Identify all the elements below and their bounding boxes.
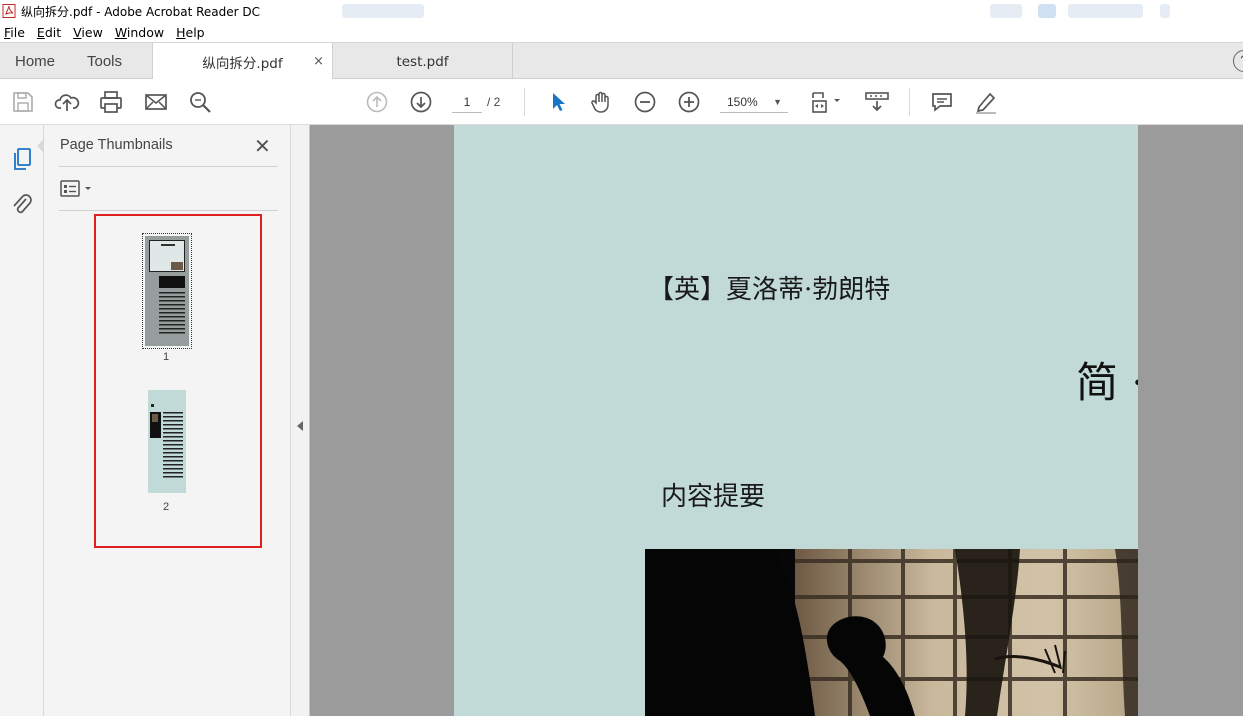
panel-title: Page Thumbnails — [60, 137, 173, 153]
page-total: / 2 — [487, 95, 501, 109]
document-tab-label: 纵向拆分.pdf — [202, 55, 283, 72]
tab-home[interactable]: Home — [15, 43, 55, 79]
divider — [59, 166, 278, 167]
tab-bar: Home Tools 纵向拆分.pdf × test.pdf ? — [0, 42, 1243, 80]
page-thumbnails-panel: Page Thumbnails ✕ 1 2 — [44, 125, 291, 716]
menu-window[interactable]: Window — [115, 25, 164, 40]
thumbnail-options-button[interactable] — [59, 178, 99, 200]
attachments-paperclip-icon[interactable] — [9, 191, 35, 217]
menu-file[interactable]: File — [4, 25, 25, 40]
title-bar: 纵向拆分.pdf - Adobe Acrobat Reader DC — [0, 0, 1243, 22]
blurred-region — [1038, 4, 1056, 18]
blurred-region — [342, 4, 424, 18]
help-icon[interactable]: ? — [1233, 50, 1243, 72]
close-panel-icon[interactable]: ✕ — [254, 134, 271, 159]
page-thumbnails-icon[interactable] — [9, 146, 35, 172]
highlight-pen-icon[interactable] — [973, 89, 999, 115]
zoom-in-icon[interactable] — [676, 89, 702, 115]
list-options-icon — [60, 180, 91, 197]
zoom-out-icon[interactable] — [632, 89, 658, 115]
toolbar-separator — [909, 88, 910, 116]
document-view[interactable]: 【英】夏洛蒂·勃朗特 简 · 内容提要 — [310, 125, 1243, 716]
scroll-mode-icon[interactable] — [864, 89, 890, 115]
document-tab[interactable]: test.pdf — [333, 43, 513, 80]
print-icon[interactable] — [98, 89, 124, 115]
menu-bar: File Edit View Window Help — [0, 22, 1243, 42]
next-page-icon[interactable] — [408, 89, 434, 115]
window-silhouette-image — [645, 549, 1138, 716]
blurred-region — [990, 4, 1022, 18]
blurred-region — [1068, 4, 1143, 18]
book-title-text: 简 · — [1076, 358, 1138, 407]
chevron-down-icon: ▼ — [773, 97, 782, 107]
cloud-upload-icon[interactable] — [54, 89, 80, 115]
main-toolbar: 1 / 2 150% ▼ — [0, 79, 1243, 125]
page-number-input[interactable]: 1 — [452, 91, 482, 113]
panel-collapse-strip[interactable] — [291, 125, 310, 716]
menu-edit[interactable]: Edit — [37, 25, 61, 40]
divider — [59, 210, 278, 211]
section-heading: 内容提要 — [661, 482, 766, 512]
document-tab-label: test.pdf — [396, 53, 449, 70]
pdf-page: 【英】夏洛蒂·勃朗特 简 · 内容提要 — [454, 125, 1138, 716]
document-tab-active[interactable]: 纵向拆分.pdf × — [152, 43, 333, 80]
active-panel-pointer — [37, 139, 44, 153]
tab-tools[interactable]: Tools — [87, 43, 122, 79]
comment-icon[interactable] — [929, 89, 955, 115]
silhouette-photo — [645, 549, 1138, 716]
blurred-region — [1160, 4, 1170, 18]
zoom-level-value: 150% — [727, 95, 758, 109]
select-cursor-icon[interactable] — [545, 89, 571, 115]
acrobat-pdf-icon — [2, 4, 16, 18]
menu-help[interactable]: Help — [176, 25, 205, 40]
close-tab-icon[interactable]: × — [313, 54, 324, 69]
toolbar-separator — [524, 88, 525, 116]
previous-page-icon[interactable] — [364, 89, 390, 115]
search-text-icon[interactable] — [187, 89, 213, 115]
save-icon[interactable] — [10, 89, 36, 115]
collapse-panel-arrow-icon[interactable] — [297, 421, 303, 431]
page-fit-icon[interactable] — [808, 89, 844, 115]
email-icon[interactable] — [143, 89, 169, 115]
zoom-level-select[interactable]: 150% ▼ — [720, 91, 788, 113]
red-highlight-box — [94, 214, 262, 548]
author-line: 【英】夏洛蒂·勃朗特 — [648, 275, 891, 305]
hand-tool-icon[interactable] — [588, 89, 614, 115]
menu-view[interactable]: View — [73, 25, 103, 40]
navigation-rail — [0, 125, 44, 716]
window-title: 纵向拆分.pdf - Adobe Acrobat Reader DC — [21, 4, 261, 19]
